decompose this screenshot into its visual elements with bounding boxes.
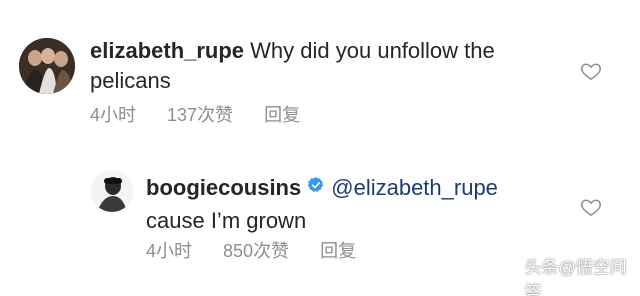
avatar[interactable] <box>19 38 75 94</box>
watermark-text: 头条@悟空问答 <box>524 258 627 296</box>
comment-meta: 4小时 850次赞 回复 <box>146 240 382 262</box>
comment-likes[interactable]: 137次赞 <box>167 105 233 125</box>
comment-time: 4小时 <box>90 105 137 125</box>
comment-text: cause I’m grown <box>146 208 307 233</box>
verified-badge-icon <box>307 172 325 202</box>
comment-likes[interactable]: 850次赞 <box>223 241 289 261</box>
reply-button[interactable]: 回复 <box>264 105 300 125</box>
comment-username[interactable]: elizabeth_rupe <box>90 38 244 63</box>
heart-icon[interactable] <box>580 60 602 82</box>
comments-screen: elizabeth_rupe Why did you unfollow the … <box>0 0 640 296</box>
heart-icon[interactable] <box>580 196 602 218</box>
comment-body: boogiecousins @elizabeth_rupe cause I’m g… <box>146 172 576 236</box>
avatar[interactable] <box>91 170 133 212</box>
avatar-photo <box>19 38 75 94</box>
mention-link[interactable]: @elizabeth_rupe <box>331 175 498 200</box>
comment-username[interactable]: boogiecousins <box>146 175 301 200</box>
watermark: 头条@悟空问答 <box>504 258 634 296</box>
avatar-photo <box>91 170 133 212</box>
comment-body: elizabeth_rupe Why did you unfollow the … <box>90 36 540 96</box>
watermark-logo-icon <box>504 270 520 286</box>
reply-button[interactable]: 回复 <box>320 241 356 261</box>
comment-meta: 4小时 137次赞 回复 <box>90 104 326 126</box>
comment-time: 4小时 <box>146 241 193 261</box>
